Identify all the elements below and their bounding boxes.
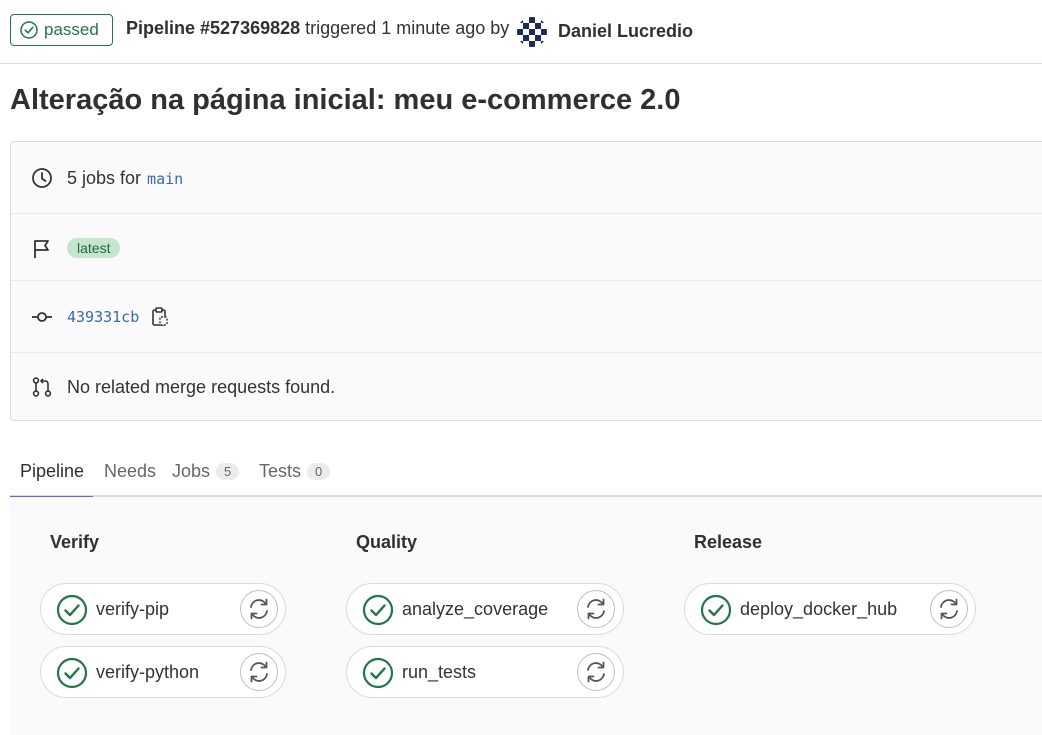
pipeline-graph: Verify Quality Release verify-pip verify… — [10, 497, 1042, 735]
job-name: deploy_docker_hub — [740, 599, 898, 619]
latest-badge: latest — [67, 238, 121, 258]
stage-title-quality: Quality — [356, 532, 418, 552]
jobs-count-badge: 5 — [216, 463, 240, 480]
check-circle-icon — [700, 594, 732, 626]
job-name: run_tests — [402, 662, 477, 682]
retry-button[interactable] — [240, 590, 278, 628]
tests-count-badge: 0 — [307, 463, 331, 480]
jobs-row: 5 jobs for main — [11, 142, 1042, 214]
tab-needs[interactable]: Needs — [94, 446, 166, 497]
flag-icon — [31, 238, 53, 260]
job-analyze-coverage[interactable]: analyze_coverage — [346, 583, 624, 635]
job-deploy-docker-hub[interactable]: deploy_docker_hub — [684, 583, 976, 635]
job-name: analyze_coverage — [402, 599, 549, 619]
check-circle-icon — [362, 594, 394, 626]
check-circle-icon — [20, 21, 38, 39]
status-label: passed — [44, 20, 99, 39]
stage-title-release: Release — [694, 532, 763, 552]
commit-row: 439331cb — [11, 281, 1042, 353]
job-verify-python[interactable]: verify-python — [40, 646, 286, 698]
trigger-text: triggered 1 minute ago by — [305, 18, 510, 38]
tab-label: Pipeline — [20, 461, 85, 481]
retry-icon — [587, 598, 605, 620]
pipeline-trigger-info: Pipeline #527369828 triggered 1 minute a… — [126, 18, 509, 39]
branch-link[interactable]: main — [147, 170, 183, 188]
retry-icon — [940, 598, 958, 620]
retry-icon — [250, 661, 268, 683]
jobs-summary: 5 jobs for main — [67, 168, 183, 189]
clock-icon — [31, 167, 53, 189]
check-circle-icon — [56, 594, 88, 626]
tags-row: latest — [11, 214, 1042, 281]
pipeline-id: Pipeline #527369828 — [126, 18, 301, 38]
jobs-count-text: 5 jobs for — [67, 168, 142, 188]
tab-pipeline[interactable]: Pipeline — [10, 446, 93, 499]
pipeline-tabs: Pipeline Needs Jobs 5 Tests 0 — [10, 446, 1042, 499]
copy-sha-button[interactable] — [151, 307, 169, 327]
author-name[interactable]: Daniel Lucredio — [558, 21, 693, 42]
retry-icon — [250, 598, 268, 620]
clipboard-icon — [152, 307, 168, 326]
merge-requests-text: No related merge requests found. — [67, 377, 336, 397]
job-run-tests[interactable]: run_tests — [346, 646, 624, 698]
tag-list: latest — [67, 238, 121, 258]
tab-tests[interactable]: Tests 0 — [249, 446, 340, 497]
check-circle-icon — [362, 657, 394, 689]
merge-requests-row: No related merge requests found. — [11, 353, 1042, 422]
retry-icon — [587, 661, 605, 683]
commit-icon — [31, 306, 53, 328]
check-circle-icon — [56, 657, 88, 689]
stage-title-verify: Verify — [50, 532, 100, 552]
retry-button[interactable] — [577, 653, 615, 691]
identicon-icon — [517, 17, 547, 47]
pipeline-info-box: 5 jobs for main latest 439331cb No relat… — [10, 141, 1042, 421]
avatar[interactable] — [517, 17, 547, 47]
job-verify-pip[interactable]: verify-pip — [40, 583, 286, 635]
tab-label: Needs — [104, 461, 157, 481]
job-name: verify-pip — [96, 599, 170, 619]
retry-button[interactable] — [930, 590, 968, 628]
tab-jobs[interactable]: Jobs 5 — [162, 446, 249, 497]
merge-request-icon — [31, 376, 53, 398]
pipeline-header: passed Pipeline #527369828 triggered 1 m… — [0, 0, 1042, 64]
commit-info: 439331cb — [67, 307, 169, 327]
retry-button[interactable] — [240, 653, 278, 691]
commit-sha-link[interactable]: 439331cb — [67, 308, 139, 326]
tab-label: Tests — [259, 461, 302, 481]
job-name: verify-python — [96, 662, 200, 682]
tab-label: Jobs — [172, 461, 211, 481]
retry-button[interactable] — [577, 590, 615, 628]
status-badge[interactable]: passed — [10, 14, 113, 46]
page-title: Alteração na página inicial: meu e-comme… — [10, 84, 681, 116]
